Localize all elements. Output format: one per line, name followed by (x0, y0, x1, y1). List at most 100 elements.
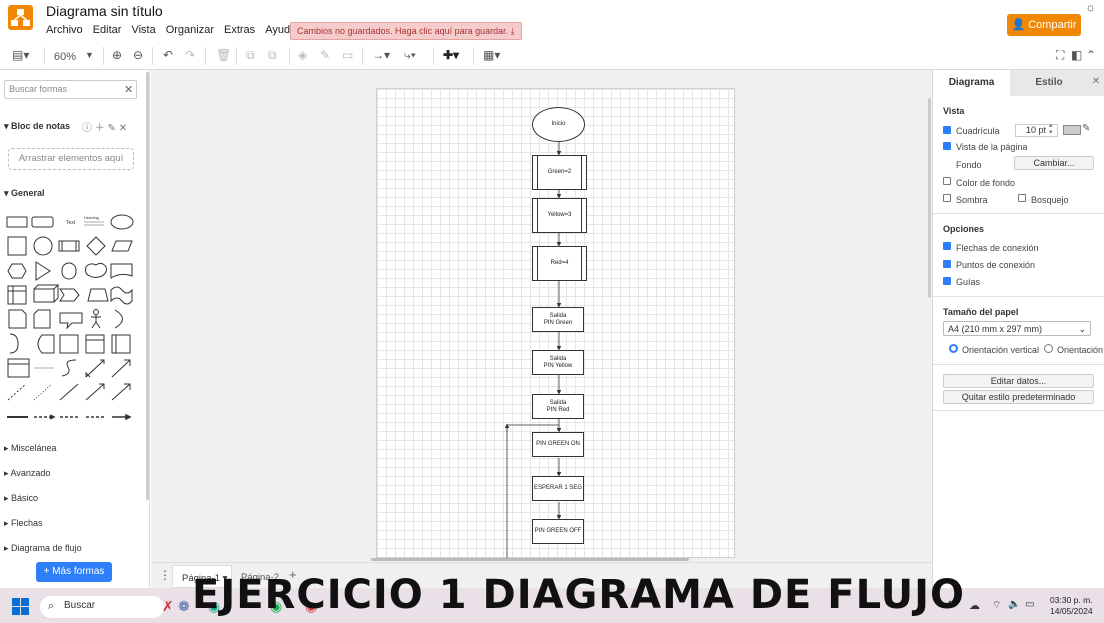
collapse-icon[interactable]: ⌃ (1086, 48, 1096, 62)
zoom-out-icon[interactable]: ⊖ (133, 48, 143, 62)
shape-search-input[interactable]: Buscar formas (4, 80, 137, 99)
grid-size-stepper-icon[interactable]: ▴ ▾ (1049, 122, 1053, 136)
pages-menu-icon[interactable]: ⋮ (159, 568, 171, 582)
section-basic[interactable]: ▸ Básico (4, 493, 38, 504)
menu-arrange[interactable]: Organizar (166, 24, 214, 36)
format-panel-icon[interactable]: ◧ (1071, 48, 1082, 62)
sidebar-scrollbar[interactable] (146, 72, 149, 500)
flow-node-start[interactable]: Inicio (532, 107, 585, 142)
edit-grid-color-icon[interactable]: ✎ (1082, 123, 1090, 134)
shadow-icon[interactable]: ▭ (342, 48, 353, 62)
shape-row-7 (7, 358, 131, 378)
battery-icon[interactable]: ▭ (1025, 599, 1034, 610)
general-section-header[interactable]: ▾ General (4, 188, 45, 199)
volume-icon[interactable]: 🔈 (1008, 599, 1020, 610)
guides-label: Guías (956, 277, 981, 287)
taskbar-clock[interactable]: 03:30 p. m. 14/05/2024 (1050, 595, 1093, 617)
to-back-icon[interactable]: ⧉ (268, 48, 277, 63)
tab-diagram[interactable]: Diagrama (933, 70, 1010, 96)
flow-node-action[interactable]: PIN GREEN OFF (532, 519, 584, 544)
section-flowchart-label: Diagrama de flujo (11, 543, 82, 553)
section-flowchart[interactable]: ▸ Diagrama de flujo (4, 543, 82, 554)
zoom-in-icon[interactable]: ⊕ (112, 48, 122, 62)
unsaved-changes-banner[interactable]: Cambios no guardados. Haga clic aquí par… (290, 22, 522, 40)
portrait-label: Orientación vertical (962, 345, 1040, 355)
flow-node-process[interactable]: Yellow=3 (532, 198, 587, 233)
flow-node-process[interactable]: Red=4 (532, 246, 587, 281)
more-shapes-button[interactable]: + Más formas (36, 562, 112, 582)
shape-row-3 (7, 261, 133, 281)
landscape-radio[interactable] (1044, 344, 1053, 353)
notepad-section-header[interactable]: ▾ Bloc de notas (4, 121, 70, 132)
grid-color-swatch[interactable] (1063, 125, 1081, 135)
panel-divider (933, 410, 1104, 411)
share-button[interactable]: 👤 Compartir (1007, 14, 1081, 36)
theme-icon[interactable]: ☼ (1085, 0, 1096, 14)
wifi-icon[interactable]: ⌔ (992, 599, 1001, 612)
windows-start-icon[interactable] (12, 598, 29, 615)
undo-icon[interactable]: ↶ (163, 48, 173, 62)
guides-checkbox[interactable] (943, 277, 951, 285)
menu-view[interactable]: Vista (131, 24, 155, 36)
clear-search-icon[interactable]: ✕ (124, 83, 133, 96)
change-background-button[interactable]: Cambiar... (1014, 156, 1094, 170)
menu-extras[interactable]: Extras (224, 24, 255, 36)
delete-icon[interactable]: 🗑 (216, 48, 231, 62)
flow-node-action[interactable]: ESPERAR 1 SEG (532, 476, 584, 501)
overlay-title: EJERCICIO 1 DIAGRAMA DE FLUJO (192, 572, 966, 618)
fullscreen-icon[interactable]: ⛶ (1056, 48, 1064, 63)
to-front-icon[interactable]: ⧉ (246, 48, 255, 63)
shape-palette[interactable]: Text Heading (4, 210, 140, 426)
notepad-tools-icon[interactable]: ⓘ ＋ ✎ ✕ (82, 119, 127, 134)
flow-node-process[interactable]: Green=2 (532, 155, 587, 190)
panel-toggle-icon[interactable]: ▤▾ (12, 48, 29, 62)
waypoints-icon[interactable]: ⤷▾ (404, 48, 416, 63)
connection-points-checkbox[interactable] (943, 260, 951, 268)
taskbar-search-box[interactable]: Buscar (40, 596, 164, 618)
clear-default-style-button[interactable]: Quitar estilo predeterminado (943, 390, 1094, 404)
page-view-checkbox[interactable] (943, 142, 951, 150)
menu-edit[interactable]: Editar (93, 24, 122, 36)
widget-icon[interactable]: ✗ (162, 598, 174, 615)
flow-node-output[interactable]: Salida PIN Green (532, 307, 584, 332)
flow-node-output[interactable]: Salida PIN Yellow (532, 350, 584, 375)
canvas-horizontal-scrollbar[interactable] (371, 558, 689, 561)
notepad-label: Bloc de notas (11, 121, 71, 131)
redo-icon[interactable]: ↷ (185, 48, 195, 62)
document-title[interactable]: Diagrama sin título (46, 3, 163, 19)
bg-color-checkbox[interactable] (943, 177, 951, 185)
section-misc[interactable]: ▸ Miscelánea (4, 443, 57, 454)
zoom-select[interactable]: 60% (54, 51, 76, 63)
close-panel-icon[interactable]: ✕ (1088, 70, 1104, 96)
cloud-icon[interactable]: ☁ (969, 599, 980, 612)
flow-node-output[interactable]: Salida PIN Red (532, 394, 584, 419)
fill-color-icon[interactable]: ◈ (298, 48, 307, 62)
tray-chevron-icon[interactable]: ⌃ (946, 600, 954, 611)
section-advanced[interactable]: ▸ Avanzado (4, 468, 50, 479)
clock-date: 14/05/2024 (1050, 606, 1093, 616)
notepad-drop-zone[interactable]: Arrastrar elementos aquí (8, 148, 134, 170)
paper-size-select[interactable]: A4 (210 mm x 297 mm) ⌄ (943, 321, 1091, 336)
flow-node-action[interactable]: PIN GREEN ON (532, 432, 584, 457)
grid-checkbox[interactable] (943, 126, 951, 134)
section-arrows[interactable]: ▸ Flechas (4, 518, 43, 529)
general-label: General (11, 188, 45, 198)
sketch-checkbox[interactable] (1018, 194, 1026, 202)
app-icon[interactable]: ❁ (178, 598, 190, 615)
portrait-radio[interactable] (949, 344, 958, 353)
tab-style[interactable]: Estilo (1010, 70, 1088, 96)
table-icon[interactable]: ▦▾ (483, 48, 500, 62)
line-color-icon[interactable]: ✎ (320, 48, 330, 62)
connection-arrows-label: Flechas de conexión (956, 243, 1039, 253)
insert-icon[interactable]: ✚▾ (443, 48, 459, 62)
user-icon: 👤 (1011, 19, 1026, 31)
menu-file[interactable]: Archivo (46, 24, 83, 36)
shadow-checkbox[interactable] (943, 194, 951, 202)
zoom-dropdown-icon[interactable]: ▼ (85, 50, 94, 60)
connection-icon[interactable]: →▾ (372, 48, 390, 62)
connection-arrows-checkbox[interactable] (943, 242, 951, 250)
edit-data-button[interactable]: Editar datos... (943, 374, 1094, 388)
canvas-vertical-scrollbar[interactable] (928, 98, 931, 298)
panel-divider (933, 213, 1104, 214)
clock-time: 03:30 p. m. (1050, 595, 1093, 605)
